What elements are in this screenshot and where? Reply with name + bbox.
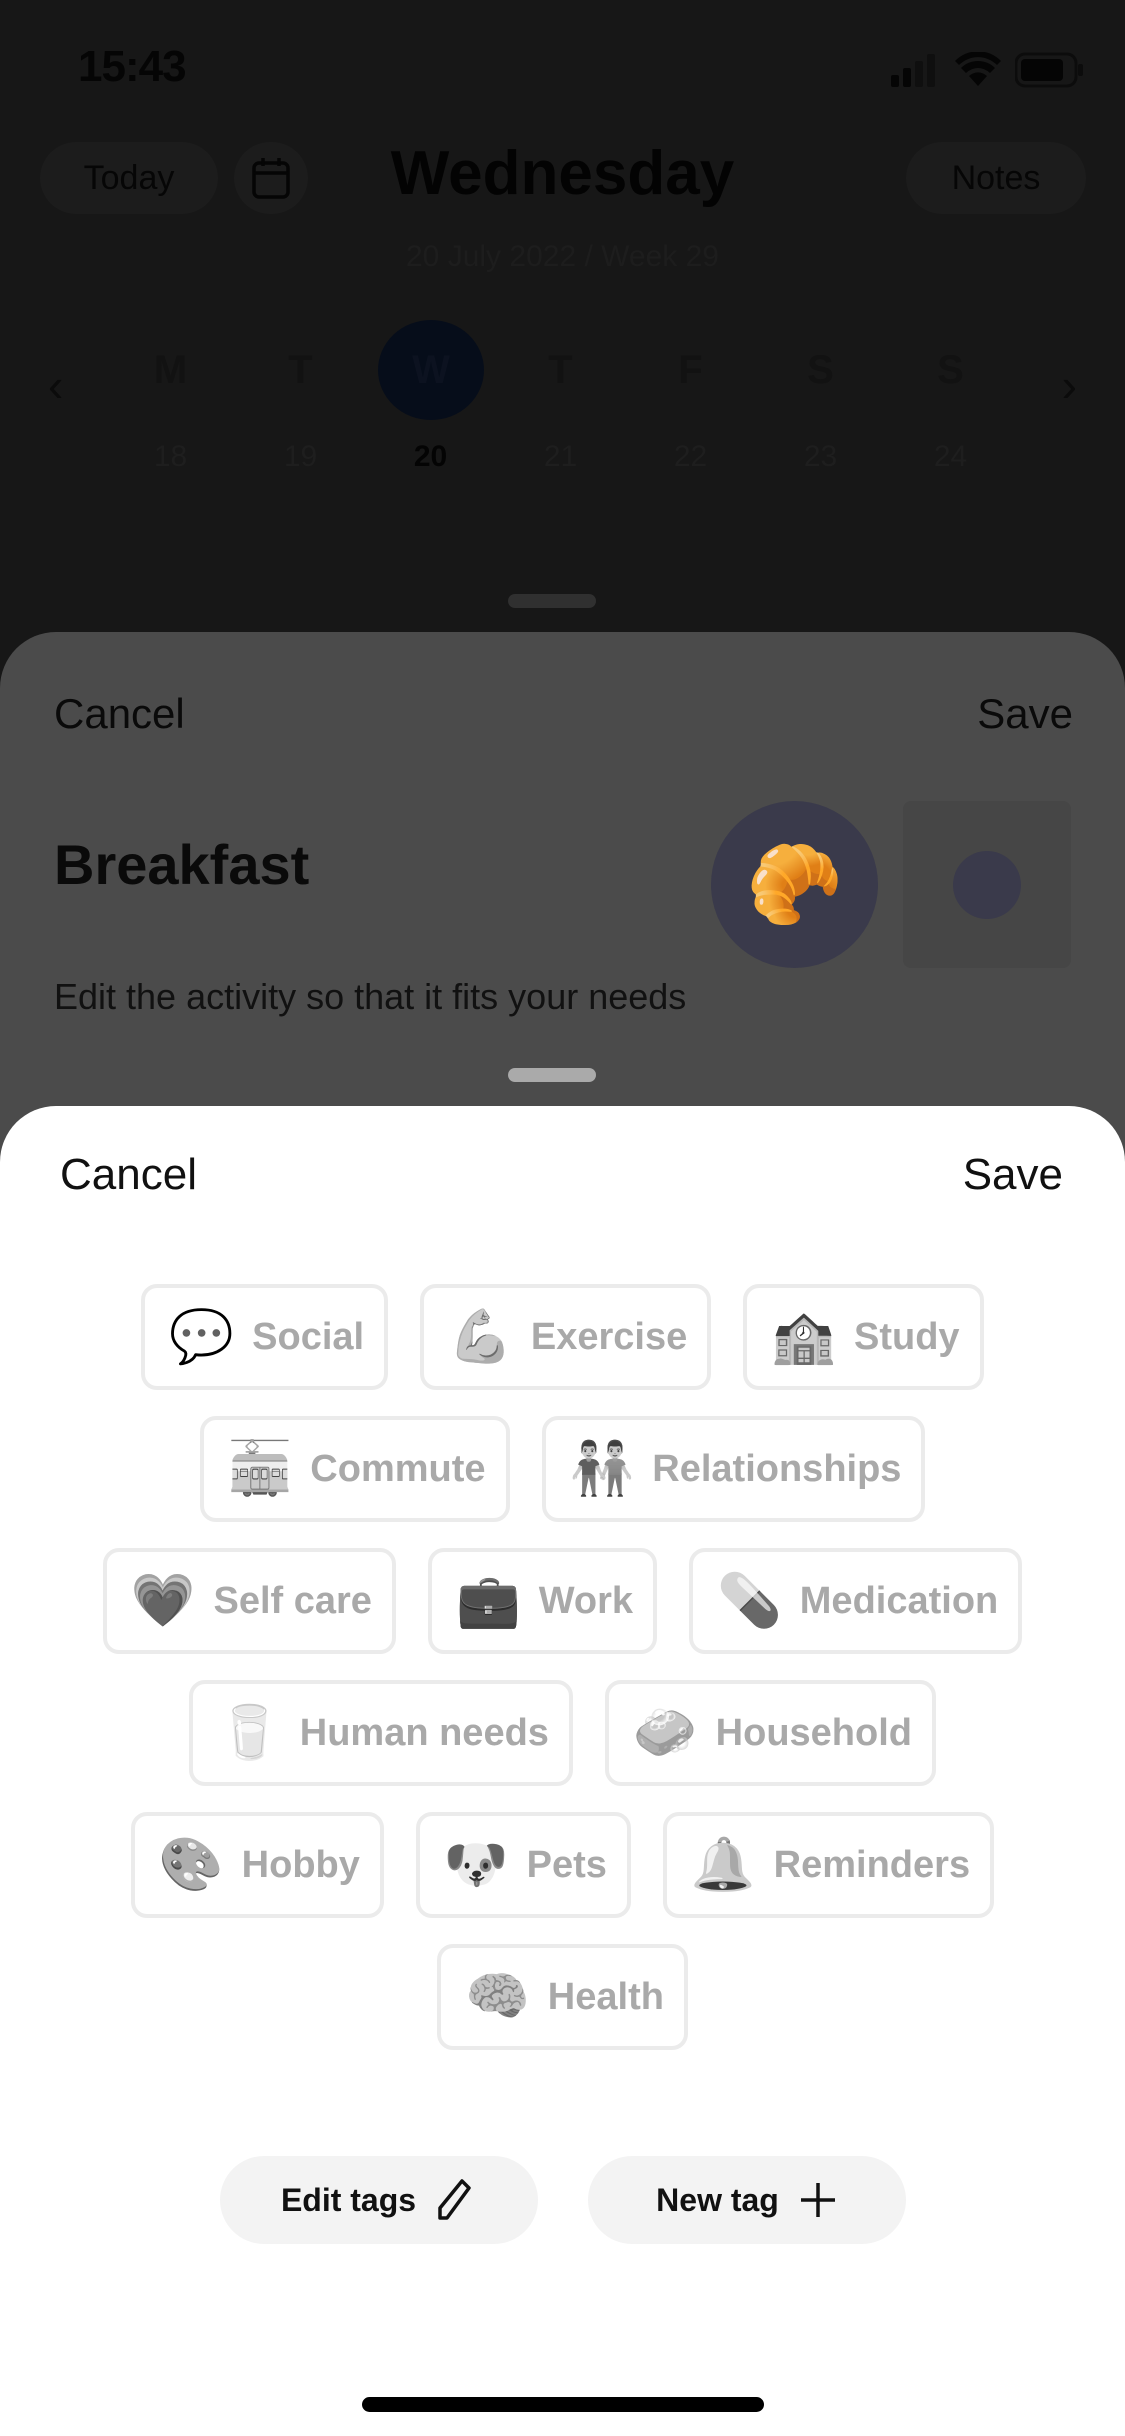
notes-button[interactable]: Notes xyxy=(906,142,1086,214)
color-swatch xyxy=(953,850,1021,919)
edit-tags-label: Edit tags xyxy=(280,2181,417,2218)
school-icon: 🏫 xyxy=(771,1308,836,1366)
status-time: 15:43 xyxy=(78,42,187,91)
croissant-icon: 🥐 xyxy=(745,839,844,928)
new-tag-label: New tag xyxy=(656,2181,779,2218)
tag-chip-exercise[interactable]: 💪 Exercise xyxy=(420,1284,712,1390)
tags-save-button[interactable]: Save xyxy=(963,1150,1063,1200)
tags-cancel-button[interactable]: Cancel xyxy=(60,1150,197,1200)
new-tag-button[interactable]: New tag xyxy=(587,2156,906,2244)
tag-chip-pets[interactable]: 🐶 Pets xyxy=(415,1812,631,1918)
tag-chip-medication[interactable]: 💊 Medication xyxy=(689,1548,1023,1654)
soap-icon: 🧼 xyxy=(632,1704,698,1762)
week-day[interactable]: M 18 xyxy=(118,320,223,474)
activity-emoji-button[interactable]: 🥐 xyxy=(711,801,878,968)
tag-chip-hobby[interactable]: 🎨 Hobby xyxy=(130,1812,384,1918)
edit-tags-button[interactable]: Edit tags xyxy=(219,2156,538,2244)
briefcase-icon: 💼 xyxy=(455,1572,521,1630)
pencil-icon xyxy=(438,2179,471,2220)
week-day[interactable]: T 19 xyxy=(248,320,353,474)
speech-bubble-icon: 💬 xyxy=(169,1308,235,1366)
tag-actions: Edit tags New tag xyxy=(0,2156,1125,2244)
notes-label: Notes xyxy=(951,158,1041,197)
palette-icon: 🎨 xyxy=(158,1836,224,1894)
tram-icon: 🚋 xyxy=(227,1440,293,1498)
tag-row: 💗 Self care 💼 Work 💊 Medication xyxy=(0,1548,1125,1654)
bell-icon: 🔔 xyxy=(690,1836,756,1894)
activity-save-button[interactable]: Save xyxy=(977,690,1073,738)
tag-row: 🧠 Health xyxy=(0,1944,1125,2050)
tag-chip-self-care[interactable]: 💗 Self care xyxy=(102,1548,396,1654)
activity-description: Edit the activity so that it fits your n… xyxy=(54,976,687,1017)
week-day-selected[interactable]: W 20 xyxy=(378,320,484,474)
pill-icon: 💊 xyxy=(717,1572,782,1630)
home-indicator[interactable] xyxy=(362,2397,764,2412)
tag-chip-human-needs[interactable]: 🥛 Human needs xyxy=(189,1680,573,1786)
tag-chip-reminders[interactable]: 🔔 Reminders xyxy=(662,1812,995,1918)
tag-chip-household[interactable]: 🧼 Household xyxy=(604,1680,936,1786)
glass-icon: 🥛 xyxy=(217,1704,282,1762)
tag-row: 🚋 Commute 👬 Relationships xyxy=(0,1416,1125,1522)
status-icons xyxy=(891,52,1085,88)
week-day[interactable]: T 21 xyxy=(508,320,613,474)
tag-chip-work[interactable]: 💼 Work xyxy=(427,1548,658,1654)
tag-row: 🥛 Human needs 🧼 Household xyxy=(0,1680,1125,1786)
heart-icon: 💗 xyxy=(130,1572,196,1630)
activity-color-button[interactable] xyxy=(903,801,1071,968)
tag-chip-study[interactable]: 🏫 Study xyxy=(743,1284,984,1390)
tag-list: 💬 Social 💪 Exercise 🏫 Study 🚋 Commute 👬 Relat… xyxy=(0,1284,1125,2076)
sheet-grabber-back[interactable] xyxy=(508,594,596,608)
tag-chip-social[interactable]: 💬 Social xyxy=(141,1284,389,1390)
date-subtitle: 20 July 2022 / Week 29 xyxy=(406,240,719,273)
brain-icon: 🧠 xyxy=(465,1968,530,2026)
sheet-grabber[interactable] xyxy=(508,1068,596,1082)
activity-title: Breakfast xyxy=(54,833,310,896)
tag-row: 🎨 Hobby 🐶 Pets 🔔 Reminders xyxy=(0,1812,1125,1918)
activity-cancel-button[interactable]: Cancel xyxy=(54,690,185,738)
week-strip: M 18 T 19 W 20 T 21 F 22 S 23 S 24 xyxy=(0,320,1125,473)
battery-icon xyxy=(1015,52,1083,88)
people-holding-hands-icon: 👬 xyxy=(569,1440,635,1498)
wifi-icon xyxy=(955,52,1001,86)
tag-row: 💬 Social 💪 Exercise 🏫 Study xyxy=(0,1284,1125,1390)
tag-chip-relationships[interactable]: 👬 Relationships xyxy=(541,1416,926,1522)
flexed-biceps-icon: 💪 xyxy=(448,1308,513,1366)
dog-face-icon: 🐶 xyxy=(443,1836,509,1894)
week-day[interactable]: F 22 xyxy=(638,320,743,474)
week-day[interactable]: S 24 xyxy=(898,320,1003,474)
signal-icon xyxy=(891,54,935,87)
plus-icon xyxy=(800,2183,835,2217)
week-day[interactable]: S 23 xyxy=(768,320,873,474)
tag-chip-health[interactable]: 🧠 Health xyxy=(437,1944,688,2050)
tag-chip-commute[interactable]: 🚋 Commute xyxy=(199,1416,510,1522)
